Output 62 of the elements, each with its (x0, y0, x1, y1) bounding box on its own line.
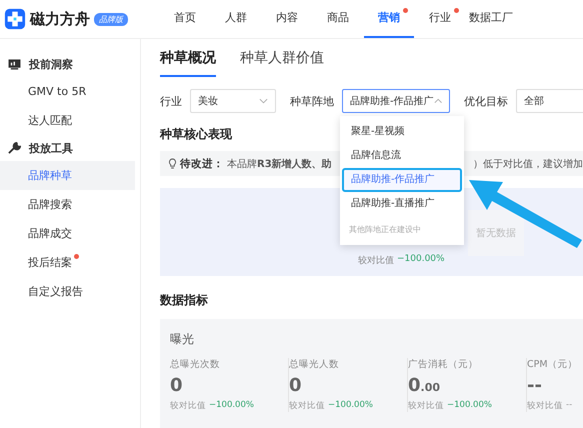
filter-label: 行业 (160, 94, 182, 108)
nav-tab[interactable]: 内容 (262, 0, 312, 38)
wrench-icon (8, 142, 21, 154)
sidebar-item[interactable]: 达人匹配 (0, 106, 135, 135)
lightbulb-icon (168, 158, 177, 169)
sidebar-group-heading: 投前洞察 (0, 51, 140, 77)
select-field[interactable]: 品牌助推-作品推广 (342, 89, 450, 113)
select-field[interactable]: 全部 (516, 89, 583, 113)
compare-label: 较对比值 (358, 254, 394, 267)
nav-tab[interactable]: 营销 (364, 0, 414, 38)
compare-value: -- (566, 400, 572, 412)
edition-badge: 品牌版 (94, 12, 128, 26)
compare-value: −100.00% (397, 254, 445, 266)
nav-tab[interactable]: 商品 (313, 0, 363, 38)
metric-value: 0 (170, 375, 184, 396)
empty-state-box: 暂无数据 (468, 210, 524, 256)
card-title: 曝光 (170, 331, 195, 348)
chevron-icon (434, 98, 442, 104)
sidebar-item[interactable]: 品牌搜索 (0, 190, 135, 219)
metric-label: 总曝光次数 (170, 358, 221, 371)
nav-tab[interactable]: 行业 (415, 0, 465, 38)
tip-label: 待改进： (180, 156, 224, 170)
sidebar-item[interactable]: 品牌种草 (0, 161, 135, 190)
tip-text: 本品牌R3新增人数、助 (227, 157, 332, 170)
tip-text: ）低于对比值，建议增加 (473, 158, 583, 170)
compare-label: 较对比值 (408, 400, 444, 412)
sidebar-item[interactable]: 品牌成交 (0, 219, 135, 248)
sidebar-item[interactable]: GMV to 5R (0, 77, 135, 106)
compare-label: 较对比值 (527, 400, 563, 412)
monitor-icon (8, 58, 21, 70)
metric-value: -- (527, 375, 543, 396)
nav-tab[interactable]: 人群 (211, 0, 261, 38)
nav-tab[interactable]: 首页 (160, 0, 210, 38)
brand-name: 磁力方舟 (30, 10, 90, 28)
dropdown-option[interactable]: 品牌助推-直播推广 (342, 192, 462, 216)
compare-label: 较对比值 (170, 400, 206, 412)
sidebar-item[interactable]: 投后结案 (0, 248, 135, 277)
section-title: 数据指标 (160, 292, 208, 309)
nav-tab[interactable]: 数据工厂 (466, 0, 516, 38)
metric-value: 0.00 (408, 375, 442, 396)
dropdown-option[interactable]: 聚星-星视频 (342, 120, 462, 144)
compare-value: −100.00% (209, 400, 254, 412)
filter-label: 种草阵地 (290, 94, 334, 108)
filter-label: 优化目标 (464, 94, 508, 108)
chevron-icon (259, 98, 268, 104)
metric-label: CPM（元） (527, 358, 579, 371)
dropdown-note: 其他阵地正在建设中 (348, 224, 422, 236)
sidebar-item[interactable]: 自定义报告 (0, 277, 135, 306)
metric-value: 0 (289, 375, 303, 396)
compare-label: 较对比值 (289, 400, 325, 412)
metric-label: 总曝光人数 (289, 358, 340, 371)
logo-icon (4, 8, 26, 30)
compare-value: −100.00% (447, 400, 492, 412)
page-tab[interactable]: 种草概况 (160, 49, 216, 77)
compare-value: −100.00% (328, 400, 373, 412)
dropdown-option[interactable]: 品牌信息流 (342, 144, 462, 168)
page-tab[interactable]: 种草人群价值 (240, 49, 324, 77)
select-field[interactable]: 美妆 (190, 89, 276, 113)
dropdown-option[interactable]: 品牌助推-作品推广 (342, 168, 462, 192)
section-title: 种草核心表现 (160, 126, 232, 143)
sidebar-group-heading: 投放工具 (0, 135, 140, 161)
metric-label: 广告消耗（元） (408, 358, 479, 371)
